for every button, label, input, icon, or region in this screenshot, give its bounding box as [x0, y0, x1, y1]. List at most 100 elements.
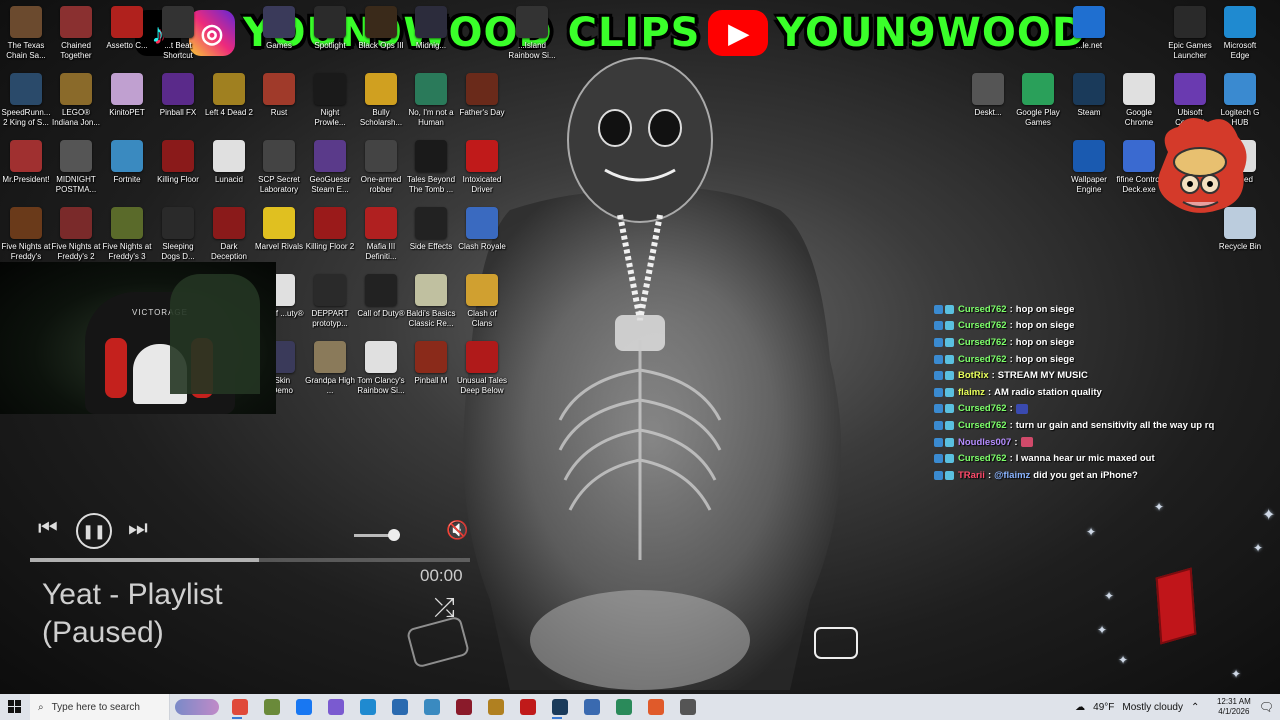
minecraft-icon[interactable]: [256, 694, 288, 720]
desktop-icon[interactable]: Five Nights at Freddy's 3: [101, 207, 153, 262]
desktop-icon[interactable]: Killing Floor: [152, 140, 204, 195]
pause-button[interactable]: ❚❚: [76, 513, 112, 549]
steam-icon[interactable]: [544, 694, 576, 720]
phone-link-icon[interactable]: [608, 694, 640, 720]
desktop-icon[interactable]: ...t Beat Shortcut: [152, 6, 204, 61]
desktop-icon[interactable]: Bully Scholarsh...: [355, 73, 407, 128]
star-decoration: ✦: [1154, 500, 1165, 514]
clock[interactable]: 12:31 AM 4/1/2026: [1217, 697, 1251, 717]
desktop-icon[interactable]: Sleeping Dogs D...: [152, 207, 204, 262]
streamer: [170, 274, 260, 394]
desktop-icon[interactable]: Assetto C...: [101, 6, 153, 61]
desktop-icon[interactable]: Grandpa High ...: [304, 341, 356, 396]
notification-icon[interactable]: 🗨: [1259, 700, 1274, 714]
desktop-icon[interactable]: Clash of Clans: [456, 274, 508, 329]
desktop-icon[interactable]: One-armed robber: [355, 140, 407, 195]
desktop-icon[interactable]: Father's Day: [456, 73, 508, 128]
desktop-icon[interactable]: Lunacid: [203, 140, 255, 195]
next-track-icon[interactable]: ⏭: [128, 516, 148, 541]
subscriber-badge-icon: [945, 387, 954, 397]
desktop-icon[interactable]: Games: [253, 6, 305, 61]
copilot-icon[interactable]: [320, 694, 352, 720]
desktop-icon-label: One-armed robber: [360, 175, 402, 194]
weather-temp[interactable]: 49°F: [1093, 702, 1114, 713]
chrome-icon[interactable]: [224, 694, 256, 720]
desktop-icon[interactable]: MIDNIGHT POSTMA...: [50, 140, 102, 195]
desktop-icon[interactable]: Intoxicated Driver: [456, 140, 508, 195]
app-icon: [1224, 6, 1256, 38]
desktop-icon[interactable]: Side Effects: [405, 207, 457, 262]
desktop-icon[interactable]: Fortnite: [101, 140, 153, 195]
desktop-icon[interactable]: Dark Deception: [203, 207, 255, 262]
desktop-icon[interactable]: LEGO® Indiana Jon...: [50, 73, 102, 128]
desktop-icon[interactable]: Left 4 Dead 2: [203, 73, 255, 128]
desktop-icon[interactable]: Baldi's Basics Classic Re...: [405, 274, 457, 329]
desktop-icon[interactable]: Killing Floor 2: [304, 207, 356, 262]
desktop-icon[interactable]: Mafia III Definiti...: [355, 207, 407, 262]
desktop-icon[interactable]: Night Prowle...: [304, 73, 356, 128]
desktop-icon[interactable]: Spotlight: [304, 6, 356, 61]
mute-icon[interactable]: 🔇: [446, 520, 468, 541]
desktop-icon[interactable]: Microsoft Edge: [1214, 6, 1266, 61]
platform-badge-icon: [934, 437, 943, 447]
desktop-icon[interactable]: Marvel Rivals: [253, 207, 305, 262]
store-icon[interactable]: [384, 694, 416, 720]
volume-knob[interactable]: [388, 529, 400, 541]
start-button[interactable]: [0, 694, 30, 720]
desktop-icon[interactable]: The Texas Chain Sa...: [0, 6, 52, 61]
desktop-icon[interactable]: SCP Secret Laboratory: [253, 140, 305, 195]
game-icon[interactable]: [512, 694, 544, 720]
desktop-icon[interactable]: Epic Games Launcher: [1164, 6, 1216, 61]
desktop-icon[interactable]: Chained Together: [50, 6, 102, 61]
subscriber-badge-icon: [945, 420, 954, 430]
desktop-icon[interactable]: DEPPART prototyp...: [304, 274, 356, 329]
desktop-icon[interactable]: Pinball M: [405, 341, 457, 396]
taskbar-search[interactable]: ⌕ Type here to search: [30, 694, 170, 720]
desktop-icon-label: ...t Beat Shortcut: [163, 41, 193, 60]
desktop-icon[interactable]: Five Nights at Freddy's: [0, 207, 52, 262]
desktop-icon[interactable]: SpeedRunn... 2 King of S...: [0, 73, 52, 128]
maps-icon[interactable]: [416, 694, 448, 720]
desktop-icon[interactable]: Tales Beyond The Tomb ...: [405, 140, 457, 195]
desktop-icon[interactable]: Pinball FX: [152, 73, 204, 128]
desktop-icon[interactable]: Mr.President!: [0, 140, 52, 195]
desktop-icon[interactable]: Black Ops III: [355, 6, 407, 61]
facebook-icon[interactable]: [288, 694, 320, 720]
desktop-icon-label: ...Island Rainbow Si...: [508, 41, 556, 60]
desktop-icon[interactable]: Tom Clancy's Rainbow Si...: [355, 341, 407, 396]
red-phone-decoration: [1155, 567, 1197, 645]
window-icon[interactable]: [576, 694, 608, 720]
edge-icon[interactable]: [352, 694, 384, 720]
star-decoration: ✦: [1097, 623, 1108, 637]
star-decoration: ✦: [1262, 507, 1276, 524]
star-decoration: ✦: [1118, 653, 1129, 667]
desktop-icon[interactable]: Unusual Tales Deep Below: [456, 341, 508, 396]
desktop-icon-label: GeoGuessr Steam E...: [309, 175, 351, 194]
tray-chevron-icon[interactable]: ⌃: [1191, 702, 1209, 713]
desktop-icon-label: Tom Clancy's Rainbow Si...: [357, 376, 405, 395]
desktop-icon[interactable]: Deskt...: [962, 73, 1014, 128]
progress-bar[interactable]: [30, 558, 470, 562]
files-icon[interactable]: [480, 694, 512, 720]
desktop-icon[interactable]: Five Nights at Freddy's 2: [50, 207, 102, 262]
desktop-icon[interactable]: Steam: [1063, 73, 1115, 128]
search-highlight[interactable]: [170, 694, 224, 720]
song-title: Yeat - Playlist: [42, 578, 223, 611]
desktop-icon[interactable]: GeoGuessr Steam E...: [304, 140, 356, 195]
previous-track-icon[interactable]: ⏮: [38, 516, 58, 541]
desktop-icon[interactable]: ...Island Rainbow Si...: [506, 6, 558, 61]
desktop-icon[interactable]: No, I'm not a Human: [405, 73, 457, 128]
desktop-icon[interactable]: Rust: [253, 73, 305, 128]
settings-icon[interactable]: [672, 694, 704, 720]
desktop-icon[interactable]: Clash Royale: [456, 207, 508, 262]
app-icon[interactable]: [448, 694, 480, 720]
desktop-icon[interactable]: KinitoPET: [101, 73, 153, 128]
weather-desc[interactable]: Mostly cloudy: [1122, 702, 1183, 713]
desktop-icon[interactable]: Call of Duty®: [355, 274, 407, 329]
desktop-icon[interactable]: Google Play Games: [1012, 73, 1064, 128]
desktop-icon[interactable]: Midnig...: [405, 6, 457, 61]
desktop-icon[interactable]: ...le.net: [1063, 6, 1115, 61]
chat-separator: :: [1009, 353, 1013, 365]
desktop-icon[interactable]: Wallpaper Engine: [1063, 140, 1115, 195]
brave-icon[interactable]: [640, 694, 672, 720]
